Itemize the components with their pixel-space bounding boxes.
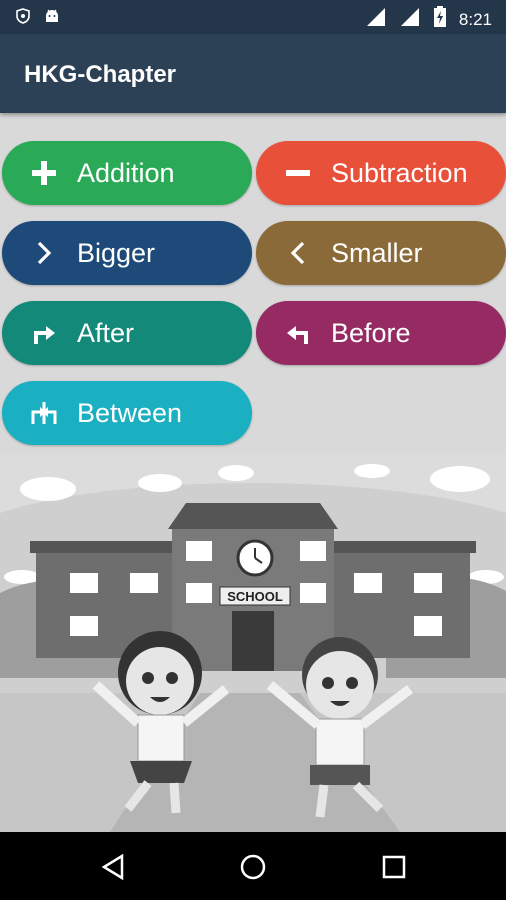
- after-button[interactable]: After: [2, 301, 252, 365]
- before-button[interactable]: Before: [256, 301, 506, 365]
- bigger-button[interactable]: Bigger: [2, 221, 252, 285]
- bigger-label: Bigger: [77, 237, 156, 268]
- between-label: Between: [77, 397, 183, 428]
- cloud-shape: [138, 474, 182, 492]
- clock-time: 8:21: [458, 9, 492, 29]
- smaller-button[interactable]: Smaller: [256, 221, 506, 285]
- app-title: HKG-Chapter: [24, 61, 177, 88]
- school-illustration: SCHOOL: [0, 453, 506, 832]
- cloud-shape: [20, 477, 76, 501]
- cloud-shape: [4, 570, 40, 584]
- app-bar: HKG-Chapter: [0, 34, 506, 113]
- back-icon[interactable]: [96, 850, 130, 884]
- school-sign: SCHOOL: [227, 589, 283, 604]
- after-label: After: [77, 317, 135, 348]
- arrow-left-turn-icon: [278, 313, 318, 353]
- cloud-shape: [354, 464, 390, 478]
- addition-button[interactable]: Addition: [2, 141, 252, 205]
- cloud-shape: [218, 465, 254, 481]
- chevron-left-icon: [278, 233, 318, 273]
- cell-signal-icon: [365, 6, 387, 33]
- minus-icon: [278, 153, 318, 193]
- before-label: Before: [331, 317, 411, 348]
- cloud-shape: [430, 466, 490, 492]
- navigation-bar: [0, 832, 506, 900]
- subtraction-button[interactable]: Subtraction: [256, 141, 506, 205]
- recents-icon[interactable]: [377, 850, 411, 884]
- between-button[interactable]: Between: [2, 381, 252, 445]
- home-icon[interactable]: [236, 850, 270, 884]
- smaller-label: Smaller: [331, 237, 423, 268]
- wifi-signal-icon: [399, 6, 421, 33]
- addition-label: Addition: [77, 157, 175, 188]
- arrows-between-icon: [24, 393, 64, 433]
- plus-icon: [24, 153, 64, 193]
- battery-charging-icon: [433, 6, 447, 33]
- main-content: SCHOOL Addition Subtraction Bigger Small…: [0, 113, 506, 832]
- subtraction-label: Subtraction: [331, 157, 468, 188]
- android-notification-icon: [44, 8, 60, 29]
- status-bar: 8:21: [0, 0, 506, 34]
- arrow-right-turn-icon: [24, 313, 64, 353]
- chevron-right-icon: [24, 233, 64, 273]
- shield-notification-icon: [16, 8, 30, 29]
